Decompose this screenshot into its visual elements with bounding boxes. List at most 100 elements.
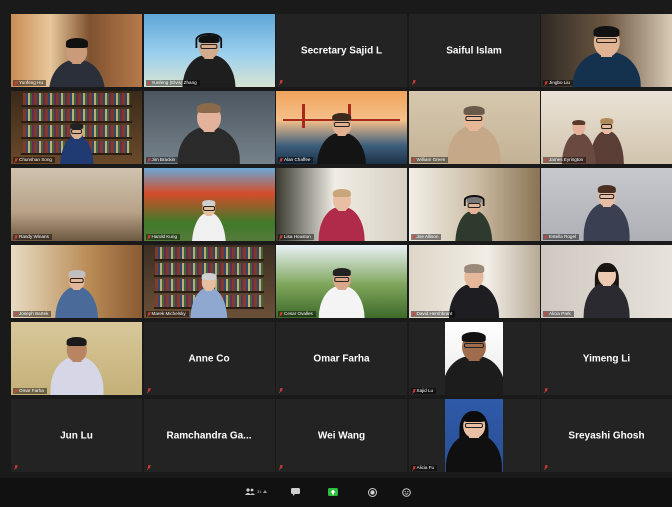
participant-tile[interactable]: Alicia Fu <box>408 399 540 472</box>
participant-video <box>276 168 407 241</box>
participant-name-label: Sajid Lu <box>410 388 437 394</box>
participant-figure <box>409 91 540 164</box>
participant-name-label: Randy Winans <box>13 234 52 240</box>
muted-mic-icon <box>411 234 416 240</box>
participant-tile[interactable]: Jingbo Liu <box>541 14 672 87</box>
participant-name: Secretary Sajid L <box>300 45 383 56</box>
participant-tile[interactable]: Anne Co <box>143 322 275 395</box>
participant-tile[interactable]: Saiful Islam <box>408 14 540 87</box>
participant-video <box>408 245 540 318</box>
muted-mic-icon <box>279 311 283 317</box>
participant-tile[interactable]: Alan Chaffee <box>276 91 407 164</box>
muted-mic-icon <box>544 465 548 470</box>
participant-name: Cesar Ovalles <box>284 311 313 316</box>
participant-figure <box>541 91 644 164</box>
participants-count: 31 <box>257 489 262 494</box>
participant-tile[interactable]: Estella Rogel <box>541 168 672 241</box>
participant-figure <box>144 245 275 318</box>
muted-mic-icon <box>411 311 416 317</box>
participant-tile[interactable]: Yimeng Li <box>541 322 672 395</box>
participant-tile[interactable]: Joe Allison <box>408 168 540 241</box>
muted-mic-icon <box>411 157 416 163</box>
participant-name-label: Harold Kung <box>145 234 181 240</box>
participant-video <box>11 245 142 318</box>
participant-video <box>408 91 540 164</box>
participant-video <box>276 91 407 164</box>
participant-tile[interactable]: Marek Michelsky <box>143 245 275 318</box>
share-screen-button[interactable] <box>328 488 338 496</box>
participant-tile[interactable]: David Hershbrant <box>408 245 540 318</box>
reactions-icon <box>402 488 411 497</box>
reactions-button[interactable] <box>402 488 411 497</box>
participant-figure <box>445 399 503 472</box>
muted-mic-icon <box>14 80 18 86</box>
chat-icon <box>291 488 300 496</box>
participant-figure <box>276 168 407 241</box>
participant-tile[interactable]: Secretary Sajid L <box>276 14 407 87</box>
participant-tile[interactable]: Harold Kung <box>143 168 275 241</box>
participants-button[interactable]: 31 <box>245 488 268 495</box>
participant-tile[interactable]: Wei Wang <box>276 399 407 472</box>
participant-tile[interactable]: Jun Lu <box>11 399 142 472</box>
participant-figure <box>11 322 142 395</box>
muted-mic-icon <box>411 80 416 85</box>
participant-tile[interactable]: Lisa Houston <box>276 168 407 241</box>
chat-button[interactable] <box>291 488 300 496</box>
participant-name: Marek Michelsky <box>151 311 186 316</box>
participant-name-label: Joe Allison <box>410 234 442 240</box>
participant-figure <box>144 14 275 87</box>
participant-name-label: William Green <box>410 157 449 163</box>
participant-tile[interactable]: Randy Winans <box>11 168 142 241</box>
participant-name: Jim Brackin <box>151 157 176 162</box>
participant-figure <box>541 14 672 87</box>
participant-name: William Green <box>416 157 446 162</box>
record-icon <box>368 488 377 497</box>
participant-tile[interactable]: Sajid Lu <box>408 322 540 395</box>
participant-tile[interactable]: Omar Farha <box>276 322 407 395</box>
participant-tile[interactable]: Chunshan Song <box>11 91 142 164</box>
participant-tile[interactable]: William Green <box>408 91 540 164</box>
participant-video <box>143 91 275 164</box>
participant-tile[interactable]: James Eyrington <box>541 91 672 164</box>
participant-tile[interactable]: Jim Brackin <box>143 91 275 164</box>
participant-tile[interactable]: Ramchandra Ga... <box>143 399 275 472</box>
participant-video <box>11 168 142 241</box>
muted-mic-icon <box>279 80 283 85</box>
participant-name-label: Chunshan Song <box>13 157 55 163</box>
participant-name-label: Joseph Bartek <box>13 311 52 317</box>
muted-mic-icon <box>14 311 18 317</box>
participant-tile[interactable]: Yunfeng (Elvis) Zhang <box>143 14 275 87</box>
record-button[interactable] <box>368 488 377 497</box>
participant-name: Chunshan Song <box>19 157 52 162</box>
participant-tile[interactable]: Alicia Park <box>541 245 672 318</box>
participant-tile[interactable]: Yunfeng Hu <box>11 14 142 87</box>
participant-name: Omar Farha <box>313 353 370 364</box>
participant-name: Anne Co <box>188 353 230 364</box>
participant-video <box>143 14 275 87</box>
participant-video <box>143 168 275 241</box>
muted-mic-icon <box>146 311 151 317</box>
participant-name-label: Estella Rogel <box>543 234 580 240</box>
participant-figure <box>144 168 275 241</box>
participant-name-label: Marek Michelsky <box>145 311 189 317</box>
participant-name-label: Yunfeng (Elvis) Zhang <box>145 80 200 86</box>
participant-figure <box>11 91 142 164</box>
participant-tile[interactable]: Joseph Bartek <box>11 245 142 318</box>
participants-icon <box>245 488 255 495</box>
participant-tile[interactable]: Sreyashi Ghosh <box>541 399 672 472</box>
participant-name: Sajid Lu <box>416 388 434 393</box>
participant-name-label: Jingbo Liu <box>543 80 573 86</box>
muted-mic-icon <box>146 465 151 470</box>
participant-tile[interactable]: Omar Farha <box>11 322 142 395</box>
muted-mic-icon <box>14 465 18 470</box>
participant-name: Joe Allison <box>416 234 439 239</box>
participant-figure <box>11 245 142 318</box>
participant-name-label: Alicia Fu <box>410 465 438 471</box>
participant-name: Joseph Bartek <box>19 311 49 316</box>
participant-video <box>408 168 540 241</box>
muted-mic-icon <box>279 388 283 393</box>
participant-name: Alicia Park <box>549 311 571 316</box>
participant-tile[interactable]: Cesar Ovalles <box>276 245 407 318</box>
chevron-up-icon[interactable] <box>263 490 268 493</box>
muted-mic-icon <box>544 80 548 86</box>
